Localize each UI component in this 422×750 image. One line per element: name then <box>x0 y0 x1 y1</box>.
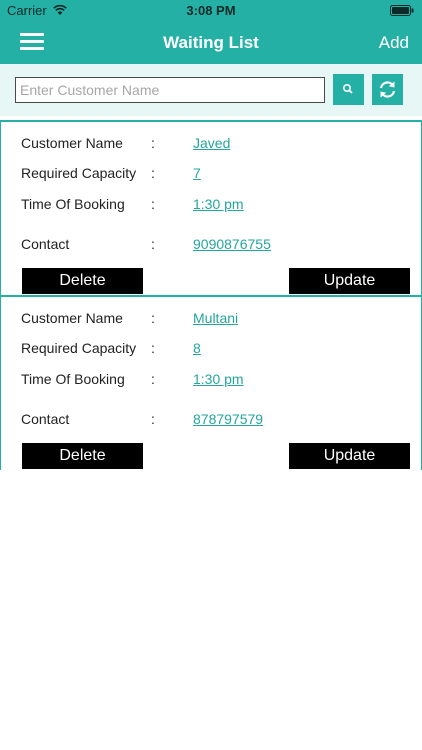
refresh-button[interactable] <box>372 74 403 105</box>
page-title: Waiting List <box>163 33 259 52</box>
contact-value[interactable]: 9090876755 <box>193 236 271 252</box>
battery-icon <box>390 5 414 16</box>
separator-colon: : <box>151 371 155 387</box>
separator-colon: : <box>151 196 155 212</box>
waiting-list-item: Customer Name : Javed Required Capacity … <box>0 120 422 295</box>
time-of-booking-label: Time Of Booking <box>21 196 125 212</box>
time-of-booking-row: Time Of Booking : 1:30 pm <box>1 369 422 391</box>
time-of-booking-label: Time Of Booking <box>21 371 125 387</box>
customer-name-search-input[interactable] <box>15 77 325 103</box>
required-capacity-label: Required Capacity <box>21 165 137 181</box>
time-of-booking-row: Time Of Booking : 1:30 pm <box>1 194 422 216</box>
separator-colon: : <box>151 310 155 326</box>
search-button[interactable] <box>333 74 364 105</box>
contact-row: Contact : 9090876755 <box>1 234 422 256</box>
separator-colon: : <box>151 340 155 356</box>
nav-bar: Carrier 3:08 PM Waiting List Add <box>0 0 422 64</box>
customer-name-value[interactable]: Javed <box>193 135 230 151</box>
customer-name-value[interactable]: Multani <box>193 310 238 326</box>
time-of-booking-value[interactable]: 1:30 pm <box>193 196 244 212</box>
required-capacity-value[interactable]: 7 <box>193 165 201 181</box>
delete-button[interactable]: Delete <box>22 268 143 294</box>
customer-name-row: Customer Name : Multani <box>1 308 422 330</box>
separator-colon: : <box>151 411 155 427</box>
status-time: 3:08 PM <box>186 3 236 18</box>
required-capacity-row: Required Capacity : 8 <box>1 338 422 360</box>
required-capacity-label: Required Capacity <box>21 340 137 356</box>
update-button[interactable]: Update <box>289 443 410 469</box>
refresh-icon <box>379 81 396 98</box>
search-bar <box>0 64 422 116</box>
contact-label: Contact <box>21 236 70 252</box>
customer-name-row: Customer Name : Javed <box>1 133 422 155</box>
separator-colon: : <box>151 165 155 181</box>
update-button[interactable]: Update <box>289 268 410 294</box>
add-button[interactable]: Add <box>379 33 409 53</box>
customer-name-label: Customer Name <box>21 135 123 151</box>
search-icon <box>343 84 353 94</box>
customer-name-label: Customer Name <box>21 310 123 326</box>
separator-colon: : <box>151 135 155 151</box>
required-capacity-value[interactable]: 8 <box>193 340 201 356</box>
contact-label: Contact <box>21 411 70 427</box>
separator-colon: : <box>151 236 155 252</box>
time-of-booking-value[interactable]: 1:30 pm <box>193 371 244 387</box>
waiting-list-item: Customer Name : Multani Required Capacit… <box>0 295 422 470</box>
delete-button[interactable]: Delete <box>22 443 143 469</box>
status-bar: Carrier 3:08 PM <box>0 0 422 22</box>
contact-value[interactable]: 878797579 <box>193 411 263 427</box>
waiting-list: Customer Name : Javed Required Capacity … <box>0 120 422 470</box>
contact-row: Contact : 878797579 <box>1 409 422 431</box>
required-capacity-row: Required Capacity : 7 <box>1 163 422 185</box>
